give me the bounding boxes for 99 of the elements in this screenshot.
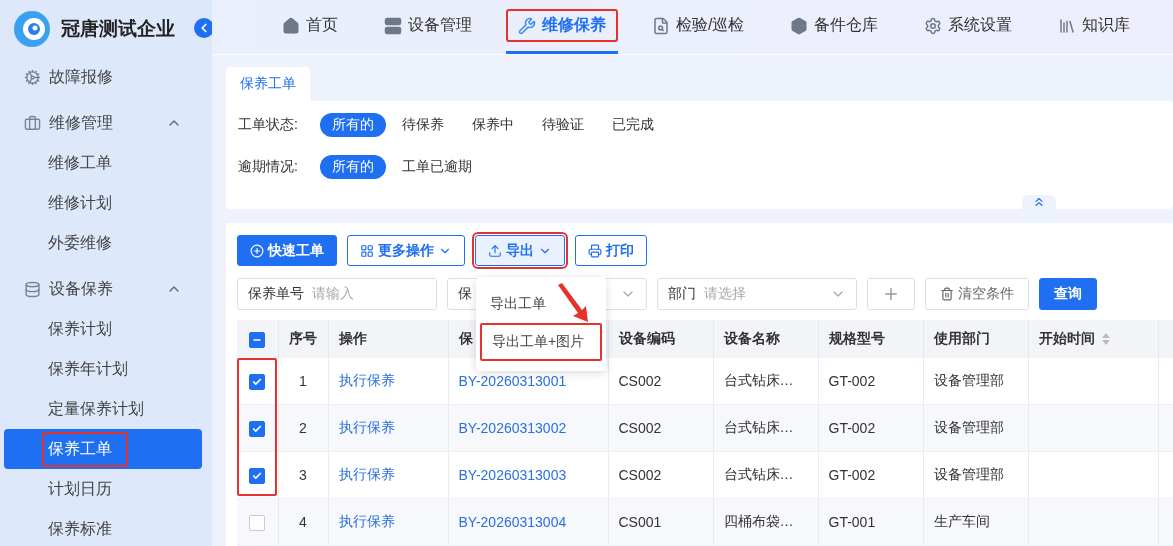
sidebar-item[interactable]: 计划日历 xyxy=(4,469,202,509)
search-button[interactable]: 清空条件 xyxy=(925,278,1029,310)
collapse-icon[interactable] xyxy=(1022,195,1056,209)
action-link[interactable]: 执行保养 xyxy=(328,498,448,546)
server-icon xyxy=(384,16,402,35)
order-link[interactable]: BY-20260313003 xyxy=(448,451,608,499)
table-cell: 四桶布袋… xyxy=(713,498,818,546)
brand-name: 冠唐测试企业 xyxy=(61,16,175,41)
filter-label: 工单状态: xyxy=(238,116,299,134)
filter-option[interactable]: 待保养 xyxy=(390,113,456,137)
table-cell: GT-002 xyxy=(818,451,923,499)
nav-tab[interactable]: 首页 xyxy=(270,0,350,54)
table-cell: 2 xyxy=(278,404,328,452)
table-cell: 台式钻床… xyxy=(713,358,818,405)
action-link[interactable]: 执行保养 xyxy=(328,404,448,452)
filter-label: 逾期情况: xyxy=(238,158,299,176)
sidebar-item[interactable]: 维修计划 xyxy=(4,183,202,223)
action-link[interactable]: 执行保养 xyxy=(328,358,448,405)
nav-tab[interactable]: 备件仓库 xyxy=(778,0,891,54)
sidebar-item[interactable]: 保养年计划 xyxy=(4,349,202,389)
grid-icon xyxy=(360,243,374,258)
home-icon xyxy=(282,16,300,35)
nav-tab[interactable]: 检验/巡检 xyxy=(640,0,757,54)
column-header: 规格型号 xyxy=(818,320,923,358)
column-header: 序号 xyxy=(278,320,328,358)
logo-icon xyxy=(13,9,51,48)
table-cell: 设备管理部 xyxy=(923,404,1028,452)
plus-circle-icon xyxy=(250,243,264,258)
column-header: 设备名称 xyxy=(713,320,818,358)
action-link[interactable]: 执行保养 xyxy=(328,451,448,499)
column-header: 操作 xyxy=(328,320,448,358)
sidebar-item[interactable]: 保养计划 xyxy=(4,309,202,349)
sidebar-item[interactable]: 保养工单 xyxy=(4,429,202,469)
table-cell: 设备管理部 xyxy=(923,358,1028,405)
sidebar-item[interactable]: 故障报修 xyxy=(0,57,212,97)
tools-icon xyxy=(518,16,536,35)
table-cell: CS002 xyxy=(608,404,713,452)
table-cell: 生产车间 xyxy=(923,498,1028,546)
filter-option[interactable]: 待验证 xyxy=(530,113,596,137)
toolbar-button[interactable]: 快速工单 xyxy=(237,235,337,266)
upload-icon xyxy=(488,243,502,258)
check-icon xyxy=(252,470,263,481)
table-cell: 3 xyxy=(278,451,328,499)
search-field[interactable]: 保养单号 请输入 xyxy=(237,278,437,310)
row-checkbox[interactable] xyxy=(249,467,266,484)
trash-icon xyxy=(940,287,954,301)
table-cell: CS001 xyxy=(608,498,713,546)
order-link[interactable]: BY-20260313002 xyxy=(448,404,608,452)
table-cell: GT-002 xyxy=(818,358,923,405)
column-header: 使用部门 xyxy=(923,320,1028,358)
table-cell: 台式钻床… xyxy=(713,404,818,452)
sidebar-item[interactable]: 设备保养 xyxy=(0,269,212,309)
sidebar-item[interactable]: 定量保养计划 xyxy=(4,389,202,429)
nav-tab[interactable]: 知识库 xyxy=(1046,0,1143,54)
filter-option[interactable]: 已完成 xyxy=(600,113,666,137)
page-tab[interactable]: 保养工单 xyxy=(226,67,310,101)
order-link[interactable]: BY-20260313004 xyxy=(448,498,608,546)
row-checkbox[interactable] xyxy=(249,420,266,437)
table-cell: GT-001 xyxy=(818,498,923,546)
nav-tab[interactable]: 系统设置 xyxy=(912,0,1025,54)
table-cell: CS002 xyxy=(608,451,713,499)
table-cell: 设备管理部 xyxy=(923,451,1028,499)
sidebar-item[interactable]: 维修工单 xyxy=(4,143,202,183)
table-cell: 4 xyxy=(278,498,328,546)
books-icon xyxy=(1058,16,1077,35)
check-icon xyxy=(252,423,263,434)
check-icon xyxy=(252,376,263,387)
menu-item[interactable]: 导出工单+图片 xyxy=(480,323,602,361)
toolbar-button[interactable]: 打印 xyxy=(575,235,647,266)
document-search-icon xyxy=(652,16,670,35)
toolbar-button[interactable]: 导出 xyxy=(475,235,565,266)
column-header: 设备编码 xyxy=(608,320,713,358)
toolbar-button[interactable]: 更多操作 xyxy=(347,235,465,266)
sidebar-item[interactable]: 保养标准 xyxy=(4,509,202,546)
collapse-button[interactable] xyxy=(194,18,212,38)
row-checkbox[interactable] xyxy=(249,373,266,390)
sidebar-item[interactable]: 外委维修 xyxy=(4,223,202,263)
row-checkbox[interactable] xyxy=(249,514,266,531)
filter-option[interactable]: 保养中 xyxy=(460,113,526,137)
nav-tab[interactable]: 设备管理 xyxy=(372,0,484,54)
menu-item[interactable]: 导出工单 xyxy=(480,287,602,321)
table-cell: GT-002 xyxy=(818,404,923,452)
filter-option[interactable]: 工单已逾期 xyxy=(390,155,484,179)
select-all-checkbox[interactable] xyxy=(249,331,266,348)
search-button[interactable]: 查询 xyxy=(1039,278,1097,310)
search-field[interactable]: 部门 请选择 xyxy=(657,278,857,310)
plus-icon xyxy=(882,285,900,303)
gear-icon xyxy=(24,68,41,86)
column-header: 开始时间 xyxy=(1028,320,1158,358)
briefcase-icon xyxy=(24,114,41,132)
table-cell: 台式钻床… xyxy=(713,451,818,499)
table-cell: CS002 xyxy=(608,358,713,405)
printer-icon xyxy=(588,243,602,258)
filter-option[interactable]: 所有的 xyxy=(320,155,386,179)
settings-icon xyxy=(924,16,943,35)
sidebar-item[interactable]: 维修管理 xyxy=(0,103,212,143)
table-cell: 1 xyxy=(278,358,328,405)
database-icon xyxy=(24,280,41,298)
filter-option[interactable]: 所有的 xyxy=(320,113,386,137)
